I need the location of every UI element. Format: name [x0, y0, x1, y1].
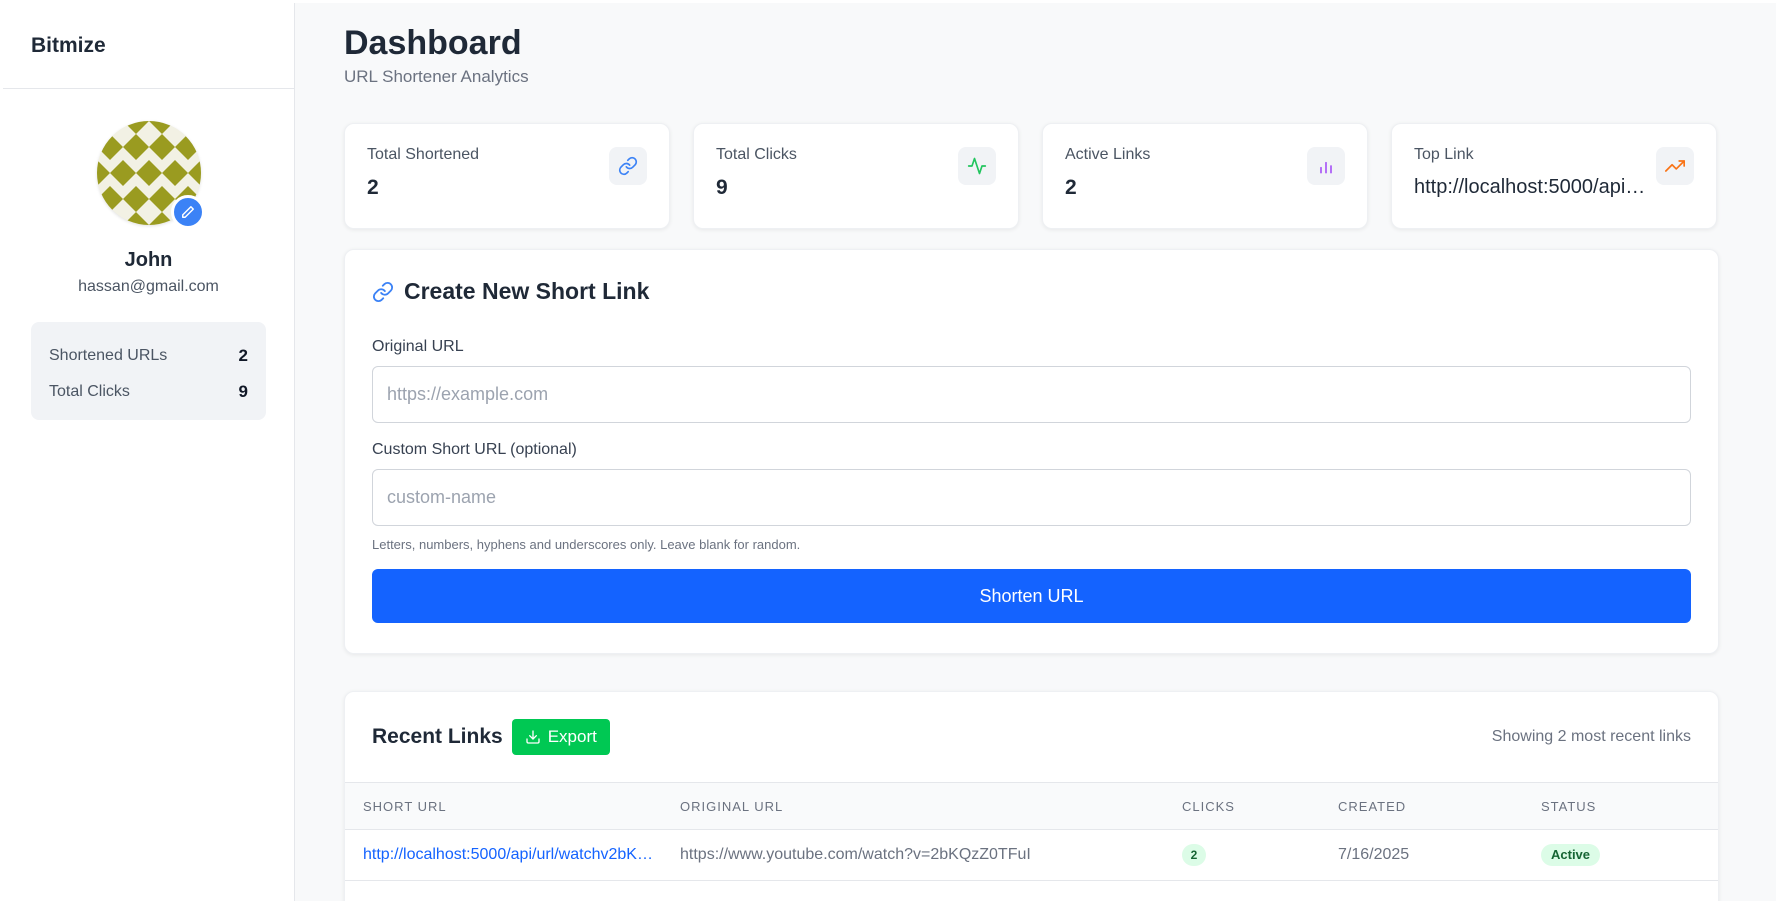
card-total-clicks: Total Clicks 9 — [693, 123, 1019, 230]
card-value: 9 — [716, 176, 728, 200]
original-url-input[interactable] — [372, 366, 1691, 424]
clicks-cell: 2 — [1182, 844, 1338, 867]
card-label: Active Links — [1065, 146, 1151, 164]
card-total-shortened: Total Shortened 2 — [344, 123, 670, 230]
profile-stats: Shortened URLs 2 Total Clicks 9 — [31, 322, 266, 420]
link-icon — [372, 281, 394, 302]
custom-url-label: Custom Short URL (optional) — [372, 441, 577, 459]
stat-label: Shortened URLs — [49, 347, 168, 364]
original-url-cell: https://www.youtube.com/watch?v=2bKQzZ0T… — [680, 846, 1182, 864]
column-created: CREATED — [1338, 798, 1407, 814]
profile-email: hassan@gmail.com — [78, 278, 219, 295]
edit-avatar-button[interactable] — [170, 195, 205, 229]
bar-chart-icon — [1307, 147, 1345, 186]
stat-value: 9 — [238, 382, 248, 401]
create-link-heading: Create New Short Link — [372, 278, 1691, 305]
recent-links-count: Showing 2 most recent links — [1491, 728, 1691, 746]
table-row: http://localhost:5000/api/url/watchv2bKQ… — [345, 830, 1718, 882]
created-date: 7/16/2025 — [1338, 846, 1410, 864]
card-label: Total Clicks — [716, 146, 797, 164]
status-badge: Active — [1541, 844, 1601, 867]
created-cell: 7/16/2025 — [1338, 846, 1541, 864]
app-frame: Bitmize John hassan@gmail.com Shortened … — [3, 3, 1776, 901]
page-subtitle: URL Shortener Analytics — [344, 67, 529, 87]
recent-links-title: Recent Links — [372, 725, 503, 749]
avatar-container — [96, 121, 205, 229]
card-top-link: Top Link http://localhost:5000/api/url/w… — [1391, 123, 1717, 230]
main-content: Dashboard URL Shortener Analytics Total … — [295, 3, 1776, 901]
export-label: Export — [547, 727, 597, 747]
profile-name: John — [124, 249, 173, 271]
column-clicks: CLICKS — [1182, 798, 1235, 814]
stat-value: 2 — [238, 346, 248, 365]
column-short-url: SHORT URL — [363, 798, 447, 814]
table-header: SHORT URL ORIGINAL URL CLICKS CREATED ST… — [345, 782, 1718, 831]
activity-icon — [958, 147, 996, 186]
create-link-panel: Create New Short Link Original URL Custo… — [344, 249, 1719, 655]
download-icon — [526, 730, 540, 745]
export-button[interactable]: Export — [511, 719, 610, 756]
stat-cards: Total Shortened 2 Total Clicks 9 Active … — [344, 123, 1776, 230]
short-url-link[interactable]: http://localhost:5000/api/url/watchv2bKQ… — [363, 846, 659, 864]
stat-label: Total Clicks — [49, 383, 130, 400]
card-value: 2 — [367, 176, 379, 200]
card-label: Total Shortened — [367, 146, 480, 164]
short-url-cell: http://localhost:5000/api/url/watchv2bKQ… — [345, 846, 680, 864]
recent-links-header: Recent Links Export Showing 2 most recen… — [345, 692, 1718, 782]
link-icon — [609, 147, 647, 186]
custom-url-input[interactable] — [372, 469, 1691, 527]
card-active-links: Active Links 2 — [1042, 123, 1368, 230]
sidebar: Bitmize John hassan@gmail.com Shortened … — [3, 3, 295, 901]
trending-up-icon — [1656, 147, 1694, 186]
status-cell: Active — [1541, 844, 1718, 867]
card-label: Top Link — [1414, 146, 1474, 164]
pencil-icon — [181, 206, 194, 218]
recent-links-panel: Recent Links Export Showing 2 most recen… — [344, 691, 1719, 901]
column-status: STATUS — [1541, 798, 1597, 814]
shorten-url-button[interactable]: Shorten URL — [372, 569, 1691, 624]
clicks-badge: 2 — [1182, 844, 1206, 867]
top-link-url[interactable]: http://localhost:5000/api/url/watchv2bKQ… — [1414, 176, 1646, 199]
column-original-url: ORIGINAL URL — [680, 798, 784, 814]
stat-row-clicks: Total Clicks 9 — [49, 374, 248, 410]
custom-url-help: Letters, numbers, hyphens and underscore… — [372, 537, 801, 553]
original-url-text: https://www.youtube.com/watch?v=2bKQzZ0T… — [680, 846, 1031, 864]
page-title: Dashboard — [344, 24, 522, 62]
stat-row-shortened: Shortened URLs 2 — [49, 338, 248, 374]
profile-section: John hassan@gmail.com — [3, 89, 294, 296]
brand-logo[interactable]: Bitmize — [3, 3, 294, 89]
create-link-title: Create New Short Link — [404, 278, 650, 305]
card-value: 2 — [1065, 176, 1077, 200]
original-url-label: Original URL — [372, 338, 464, 356]
